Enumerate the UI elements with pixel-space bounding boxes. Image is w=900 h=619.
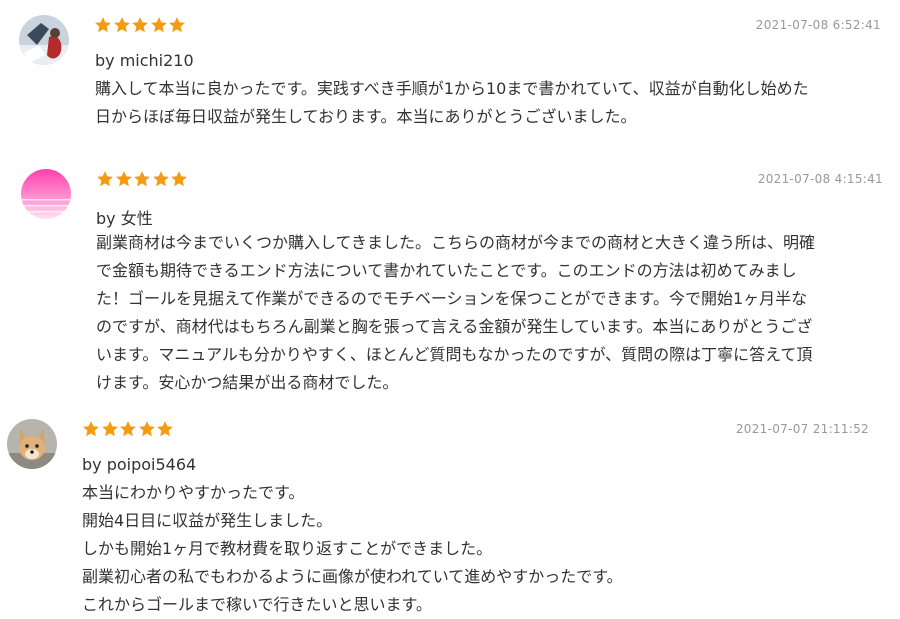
- review-date: 2021-07-08 4:15:41: [757, 172, 883, 186]
- star-icon: [131, 16, 149, 34]
- review-line: けます。安心かつ結果が出る商材でした。: [96, 373, 399, 392]
- review-line: 購入して本当に良かったです。実践すべき手順が1から10まで書かれていて、収益が自…: [95, 79, 809, 98]
- star-icon: [168, 16, 186, 34]
- review-author: by 女性: [96, 209, 153, 228]
- star-icon: [101, 420, 119, 438]
- star-icon: [82, 420, 100, 438]
- review-text: 購入して本当に良かったです。実践すべき手順が1から10まで書かれていて、収益が自…: [95, 75, 809, 131]
- star-icon: [113, 16, 131, 34]
- review-line: しかも開始1ヶ月で教材費を取り返すことができました。: [82, 539, 493, 558]
- review-text: 副業商材は今までいくつか購入してきました。こちらの商材が今までの商材と大きく違う…: [96, 229, 815, 397]
- review-author: by poipoi5464: [82, 455, 197, 474]
- review-line: 副業初心者の私でもわかるように画像が使われていて進めやすかったです。: [82, 567, 623, 586]
- review-line: た！ゴールを見据えて作業ができるのでモチベーションを保つことができます。今で開始…: [96, 289, 808, 308]
- review-date: 2021-07-07 21:11:52: [735, 422, 869, 436]
- review-line: で金額も期待できるエンド方法について書かれていたことです。このエンドの方法は初め…: [96, 261, 797, 280]
- review-line: 日からほぼ毎日収益が発生しております。本当にありがとうございました。: [95, 107, 637, 126]
- star-icon: [152, 170, 170, 188]
- star-icon: [170, 170, 188, 188]
- star-icon: [94, 16, 112, 34]
- avatar: [19, 15, 69, 65]
- review-date: 2021-07-08 6:52:41: [755, 18, 881, 32]
- rating-stars: [82, 420, 175, 440]
- dog-photo-avatar-icon: [7, 419, 57, 469]
- review-line: これからゴールまで稼いで行きたいと思います。: [82, 595, 432, 614]
- rating-stars: [94, 16, 187, 36]
- star-icon: [119, 420, 137, 438]
- star-icon: [150, 16, 168, 34]
- review-line: 開始4日目に収益が発生しました。: [82, 511, 333, 530]
- rating-stars: [96, 170, 189, 190]
- star-icon: [133, 170, 151, 188]
- avatar: [7, 419, 57, 469]
- user-photo-avatar-icon: [19, 15, 69, 65]
- star-icon: [138, 420, 156, 438]
- review-author: by michi210: [95, 51, 194, 70]
- review-line: のですが、商材代はもちろん副業と胸を張って言える金額が発生しています。本当にあり…: [96, 317, 813, 336]
- review-line: 本当にわかりやすかったです。: [82, 483, 305, 502]
- review-line: います。マニュアルも分かりやすく、ほとんど質問もなかったのですが、質問の際は丁寧…: [96, 345, 813, 364]
- star-icon: [96, 170, 114, 188]
- star-icon: [156, 420, 174, 438]
- pink-gradient-avatar-icon: [21, 169, 71, 219]
- review-text: 本当にわかりやすかったです。 開始4日目に収益が発生しました。 しかも開始1ヶ月…: [82, 479, 623, 619]
- avatar: [21, 169, 71, 219]
- star-icon: [115, 170, 133, 188]
- review-line: 副業商材は今までいくつか購入してきました。こちらの商材が今までの商材と大きく違う…: [96, 233, 816, 252]
